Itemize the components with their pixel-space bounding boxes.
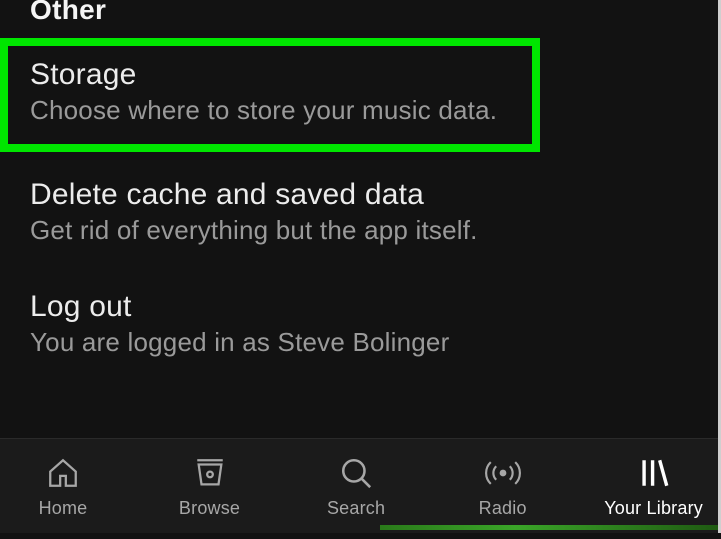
radio-icon xyxy=(484,454,522,492)
setting-logout-title: Log out xyxy=(30,290,691,324)
settings-list: Other Storage Choose where to store your… xyxy=(0,0,721,377)
highlight-underline xyxy=(380,525,719,530)
nav-radio-label: Radio xyxy=(479,498,527,519)
nav-browse[interactable]: Browse xyxy=(165,454,255,519)
setting-logout-desc: You are logged in as Steve Bolinger xyxy=(30,326,691,360)
library-icon xyxy=(635,454,673,492)
setting-delete-cache-title: Delete cache and saved data xyxy=(30,178,691,212)
bottom-nav: Home Browse Search Radio Your Library xyxy=(0,438,721,533)
setting-logout[interactable]: Log out You are logged in as Steve Bolin… xyxy=(0,266,721,378)
nav-library-label: Your Library xyxy=(604,498,703,519)
nav-radio[interactable]: Radio xyxy=(458,454,548,519)
setting-delete-cache-desc: Get rid of everything but the app itself… xyxy=(30,214,691,248)
nav-search[interactable]: Search xyxy=(311,454,401,519)
setting-storage-desc: Choose where to store your music data. xyxy=(30,94,510,128)
browse-icon xyxy=(191,454,229,492)
home-icon xyxy=(44,454,82,492)
setting-delete-cache[interactable]: Delete cache and saved data Get rid of e… xyxy=(0,164,721,266)
nav-library[interactable]: Your Library xyxy=(604,454,703,519)
setting-storage-title: Storage xyxy=(30,58,510,92)
search-icon xyxy=(337,454,375,492)
nav-browse-label: Browse xyxy=(179,498,240,519)
nav-home-label: Home xyxy=(39,498,88,519)
nav-home[interactable]: Home xyxy=(18,454,108,519)
setting-storage[interactable]: Storage Choose where to store your music… xyxy=(0,38,540,152)
section-header-other: Other xyxy=(0,0,721,26)
nav-search-label: Search xyxy=(327,498,385,519)
